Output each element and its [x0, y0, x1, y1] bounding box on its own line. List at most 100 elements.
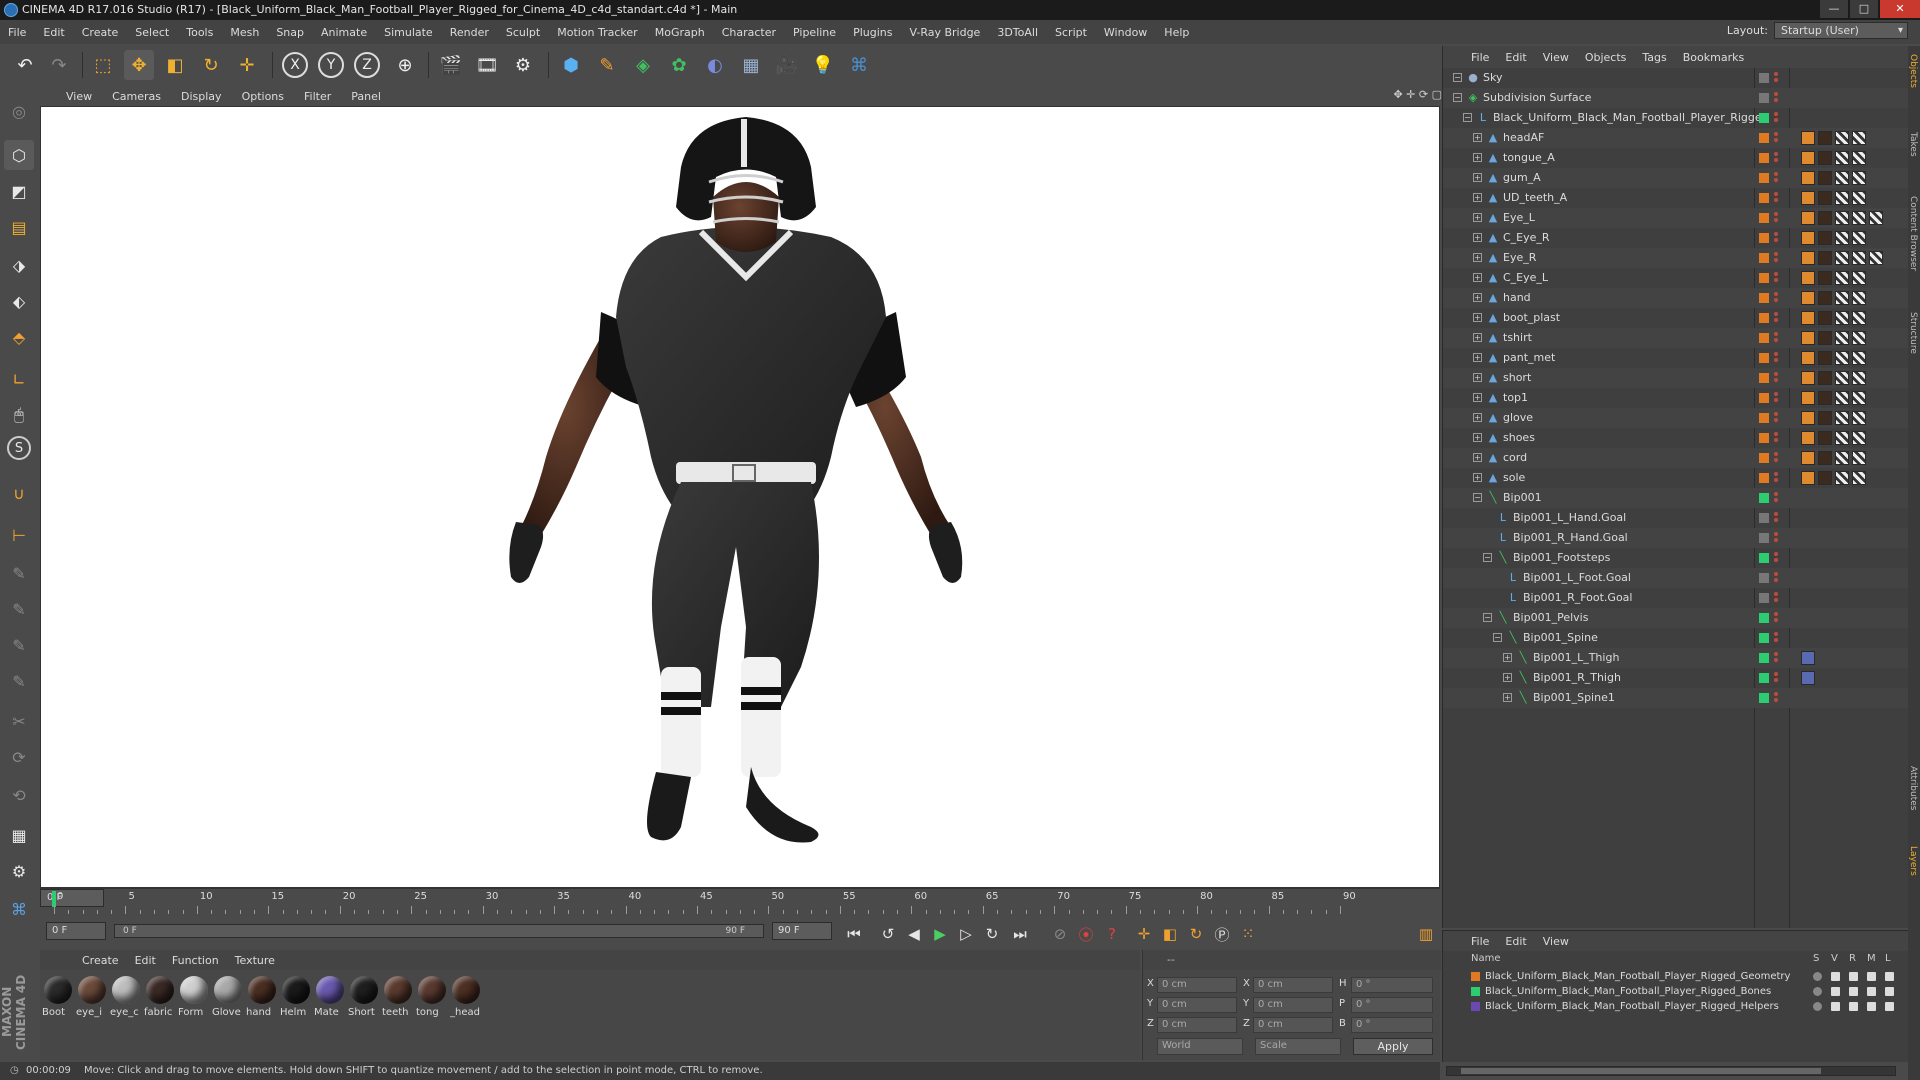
- tag-icon[interactable]: [1818, 171, 1832, 185]
- tag-icon[interactable]: [1852, 311, 1866, 325]
- tag-icon[interactable]: [1835, 411, 1849, 425]
- menu-plugins[interactable]: Plugins: [853, 26, 892, 39]
- object-menu-file[interactable]: File: [1471, 51, 1489, 64]
- tag-icon[interactable]: [1852, 411, 1866, 425]
- tag-icon[interactable]: [1801, 151, 1815, 165]
- record-active-objects-icon[interactable]: ⦿: [1074, 922, 1098, 946]
- layer-color-swatch[interactable]: [1759, 553, 1769, 563]
- tag-icon[interactable]: [1835, 371, 1849, 385]
- layer-color-swatch[interactable]: [1759, 493, 1769, 503]
- layer-solo-icon[interactable]: [1813, 1002, 1822, 1011]
- axis-mode-icon[interactable]: ∟: [4, 364, 34, 394]
- tag-icon[interactable]: [1818, 291, 1832, 305]
- layer-column-m[interactable]: M: [1867, 953, 1876, 964]
- tag-icon[interactable]: [1801, 471, 1815, 485]
- layer-manager-icon[interactable]: [1867, 1002, 1876, 1011]
- layer-color-swatch[interactable]: [1759, 613, 1769, 623]
- menu-select[interactable]: Select: [135, 26, 169, 39]
- menu-motion-tracker[interactable]: Motion Tracker: [557, 26, 637, 39]
- tag-icon[interactable]: [1818, 451, 1832, 465]
- layer-visible-icon[interactable]: [1831, 987, 1840, 996]
- material-swatch[interactable]: teeth: [382, 976, 414, 1018]
- visibility-dots-icon[interactable]: [1774, 612, 1779, 624]
- rotation-field[interactable]: 0 °: [1351, 1017, 1433, 1033]
- layer-menu-view[interactable]: View: [1543, 935, 1569, 948]
- tag-icon[interactable]: [1852, 211, 1866, 225]
- tag-icon[interactable]: [1818, 331, 1832, 345]
- layer-locked-icon[interactable]: [1885, 972, 1894, 981]
- menu-simulate[interactable]: Simulate: [384, 26, 433, 39]
- autokeying-icon[interactable]: ?: [1100, 922, 1124, 946]
- tag-icon[interactable]: [1801, 291, 1815, 305]
- layer-color-swatch[interactable]: [1759, 193, 1769, 203]
- layer-menu-edit[interactable]: Edit: [1505, 935, 1526, 948]
- tag-icon[interactable]: [1818, 351, 1832, 365]
- layer-color-swatch[interactable]: [1759, 653, 1769, 663]
- tag-icon[interactable]: [1835, 231, 1849, 245]
- visibility-dots-icon[interactable]: [1774, 352, 1779, 364]
- expand-toggle-icon[interactable]: +: [1473, 233, 1482, 242]
- viewport-menu-view[interactable]: View: [66, 90, 92, 103]
- visibility-dots-icon[interactable]: [1774, 132, 1779, 144]
- expand-toggle-icon[interactable]: −: [1463, 113, 1472, 122]
- layer-empty-swatch[interactable]: [1759, 513, 1769, 523]
- object-row[interactable]: + ▲ gum_A: [1443, 168, 1909, 188]
- close-button[interactable]: ✕: [1880, 0, 1920, 18]
- tag-icon[interactable]: [1835, 291, 1849, 305]
- material-swatch[interactable]: eye_i: [76, 976, 108, 1018]
- visibility-dots-icon[interactable]: [1774, 92, 1779, 104]
- menu-create[interactable]: Create: [82, 26, 119, 39]
- tag-icon[interactable]: [1818, 131, 1832, 145]
- layer-empty-swatch[interactable]: [1759, 93, 1769, 103]
- tag-icon[interactable]: [1818, 231, 1832, 245]
- layer-solo-icon[interactable]: [1813, 972, 1822, 981]
- tag-icon[interactable]: [1835, 271, 1849, 285]
- visibility-dots-icon[interactable]: [1774, 272, 1779, 284]
- object-menu-tags[interactable]: Tags: [1642, 51, 1666, 64]
- tag-icon[interactable]: [1801, 331, 1815, 345]
- layer-column-l[interactable]: L: [1885, 953, 1891, 964]
- expand-toggle-icon[interactable]: +: [1473, 193, 1482, 202]
- menu-help[interactable]: Help: [1164, 26, 1189, 39]
- layer-empty-swatch[interactable]: [1759, 533, 1769, 543]
- visibility-dots-icon[interactable]: [1774, 192, 1779, 204]
- texture-mode-icon[interactable]: ◩: [4, 176, 34, 206]
- expand-toggle-icon[interactable]: +: [1473, 393, 1482, 402]
- go-to-start-icon[interactable]: ⏮: [842, 922, 866, 946]
- tag-icon[interactable]: [1818, 411, 1832, 425]
- layer-column-r[interactable]: R: [1849, 953, 1856, 964]
- layer-color-swatch[interactable]: [1759, 473, 1769, 483]
- tag-icon[interactable]: [1835, 251, 1849, 265]
- rotate-tool-icon[interactable]: ↻: [196, 50, 226, 80]
- layer-empty-swatch[interactable]: [1759, 73, 1769, 83]
- expand-toggle-icon[interactable]: −: [1453, 73, 1462, 82]
- tag-icon[interactable]: [1801, 211, 1815, 225]
- layer-locked-icon[interactable]: [1885, 987, 1894, 996]
- viewport-menu-panel[interactable]: Panel: [351, 90, 381, 103]
- layer-color-swatch[interactable]: [1759, 293, 1769, 303]
- tag-icon[interactable]: [1818, 191, 1832, 205]
- expand-toggle-icon[interactable]: +: [1473, 173, 1482, 182]
- material-swatch[interactable]: Glove: [212, 976, 244, 1018]
- expand-toggle-icon[interactable]: +: [1473, 213, 1482, 222]
- material-swatch[interactable]: Form: [178, 976, 210, 1018]
- workplane-mode-icon[interactable]: ▤: [4, 212, 34, 242]
- key-position-icon[interactable]: ✛: [1132, 922, 1156, 946]
- visibility-dots-icon[interactable]: [1774, 172, 1779, 184]
- object-row[interactable]: + ▲ top1: [1443, 388, 1909, 408]
- cloner-icon[interactable]: ✿: [664, 50, 694, 80]
- layer-color-swatch[interactable]: [1759, 173, 1769, 183]
- expand-toggle-icon[interactable]: +: [1473, 413, 1482, 422]
- loop-select-icon[interactable]: ⟳: [4, 742, 34, 772]
- object-menu-objects[interactable]: Objects: [1585, 51, 1627, 64]
- tag-icon[interactable]: [1835, 131, 1849, 145]
- object-row[interactable]: + ▲ cord: [1443, 448, 1909, 468]
- tag-icon[interactable]: [1852, 331, 1866, 345]
- make-editable-icon[interactable]: ◎: [4, 96, 34, 126]
- layer-menu-file[interactable]: File: [1471, 935, 1489, 948]
- side-tab-content-browser[interactable]: Content Browser: [1908, 196, 1918, 271]
- magnet-brush-icon[interactable]: ⟲: [4, 780, 34, 810]
- object-row[interactable]: + ▲ C_Eye_R: [1443, 228, 1909, 248]
- subdivision-generator-icon[interactable]: ◈: [628, 50, 658, 80]
- render-picture-viewer-icon[interactable]: 🎞: [472, 50, 502, 80]
